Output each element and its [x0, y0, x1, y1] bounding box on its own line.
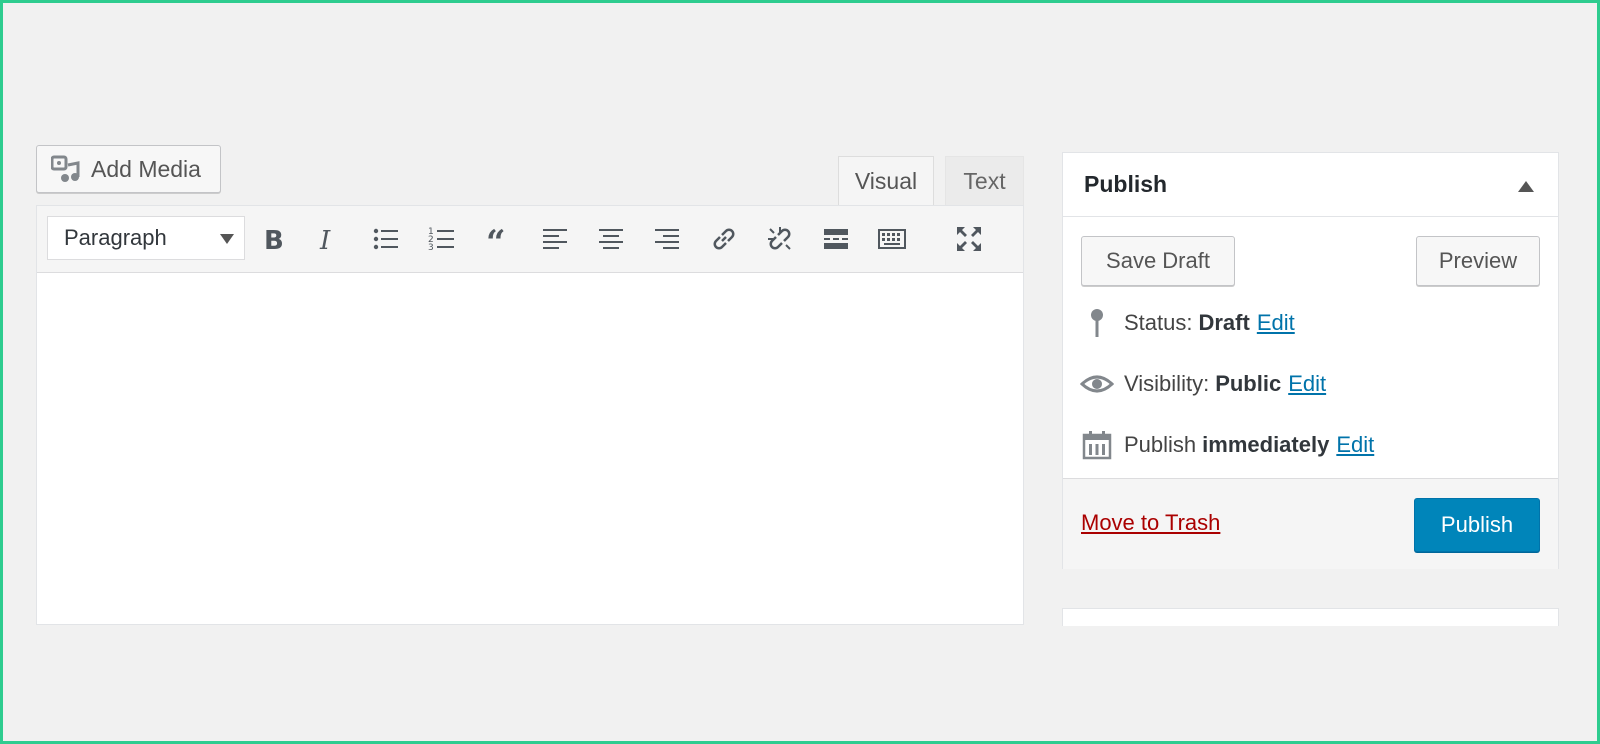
- svg-text:B: B: [264, 226, 284, 254]
- bulleted-list-icon: [373, 228, 398, 250]
- post-status-row: Status: Draft Edit: [1080, 303, 1295, 343]
- pin-icon: [1080, 306, 1114, 340]
- read-more-icon: [824, 229, 848, 249]
- publish-metabox-title: Publish: [1084, 171, 1168, 197]
- svg-text:I: I: [319, 226, 331, 254]
- chevron-down-icon: [220, 234, 234, 244]
- align-center-icon: [599, 229, 623, 249]
- publish-metabox-header[interactable]: Publish: [1063, 153, 1558, 217]
- italic-button[interactable]: I: [309, 220, 347, 258]
- bold-button[interactable]: B: [254, 220, 292, 258]
- insert-link-button[interactable]: [705, 220, 743, 258]
- schedule-value: immediately: [1202, 432, 1330, 457]
- blockquote-icon: “: [486, 224, 506, 254]
- status-label: Status:: [1124, 310, 1193, 335]
- align-left-button[interactable]: [536, 220, 574, 258]
- link-icon: [713, 228, 735, 250]
- visibility-label: Visibility:: [1124, 371, 1210, 396]
- bold-icon: B: [264, 226, 284, 254]
- move-to-trash-link[interactable]: Move to Trash: [1081, 510, 1220, 536]
- visibility-row: Visibility: Public Edit: [1080, 364, 1326, 404]
- collapse-arrow-icon[interactable]: [1518, 181, 1534, 192]
- fullscreen-button[interactable]: [950, 220, 988, 258]
- publish-button[interactable]: Publish: [1414, 498, 1540, 552]
- next-metabox: [1062, 608, 1559, 628]
- toolbar-toggle-button[interactable]: [873, 220, 911, 258]
- numbered-list-icon: 1 2 3: [428, 227, 454, 253]
- blockquote-button[interactable]: “: [480, 220, 518, 258]
- editor-toolbar: Paragraph B I 1 2 3 “: [37, 206, 1023, 273]
- toolbar-toggle-icon: [878, 229, 906, 249]
- italic-icon: I: [319, 226, 331, 254]
- align-right-icon: [655, 229, 679, 249]
- svg-text:“: “: [486, 224, 506, 254]
- edit-status-link[interactable]: Edit: [1257, 310, 1295, 336]
- visibility-value: Public: [1215, 371, 1282, 396]
- fullscreen-icon: [957, 227, 981, 251]
- save-draft-button[interactable]: Save Draft: [1081, 236, 1235, 286]
- schedule-label: Publish: [1124, 432, 1197, 457]
- edit-schedule-link[interactable]: Edit: [1336, 432, 1374, 458]
- remove-link-button[interactable]: [761, 220, 799, 258]
- status-value: Draft: [1198, 310, 1250, 335]
- numbered-list-button[interactable]: 1 2 3: [423, 220, 461, 258]
- svg-text:3: 3: [428, 243, 434, 253]
- add-media-label: Add Media: [91, 155, 201, 182]
- read-more-button[interactable]: [817, 220, 855, 258]
- content-editor: Paragraph B I 1 2 3 “: [36, 205, 1024, 625]
- media-icon: [51, 155, 80, 182]
- tab-visual[interactable]: Visual: [838, 156, 934, 206]
- unlink-icon: [768, 227, 791, 250]
- align-center-button[interactable]: [592, 220, 630, 258]
- edit-visibility-link[interactable]: Edit: [1288, 371, 1326, 397]
- calendar-icon: [1080, 428, 1114, 462]
- eye-icon: [1080, 367, 1114, 401]
- bulleted-list-button[interactable]: [367, 220, 405, 258]
- format-select-value: Paragraph: [64, 225, 167, 250]
- align-left-icon: [543, 229, 567, 249]
- publish-schedule-row: Publish immediately Edit: [1080, 425, 1374, 465]
- editor-content-area[interactable]: [37, 272, 1023, 624]
- align-right-button[interactable]: [648, 220, 686, 258]
- add-media-button[interactable]: Add Media: [36, 145, 221, 193]
- paragraph-format-select[interactable]: Paragraph: [47, 216, 245, 260]
- tab-text[interactable]: Text: [945, 156, 1024, 206]
- page-background: [3, 626, 1597, 741]
- preview-button[interactable]: Preview: [1416, 236, 1540, 286]
